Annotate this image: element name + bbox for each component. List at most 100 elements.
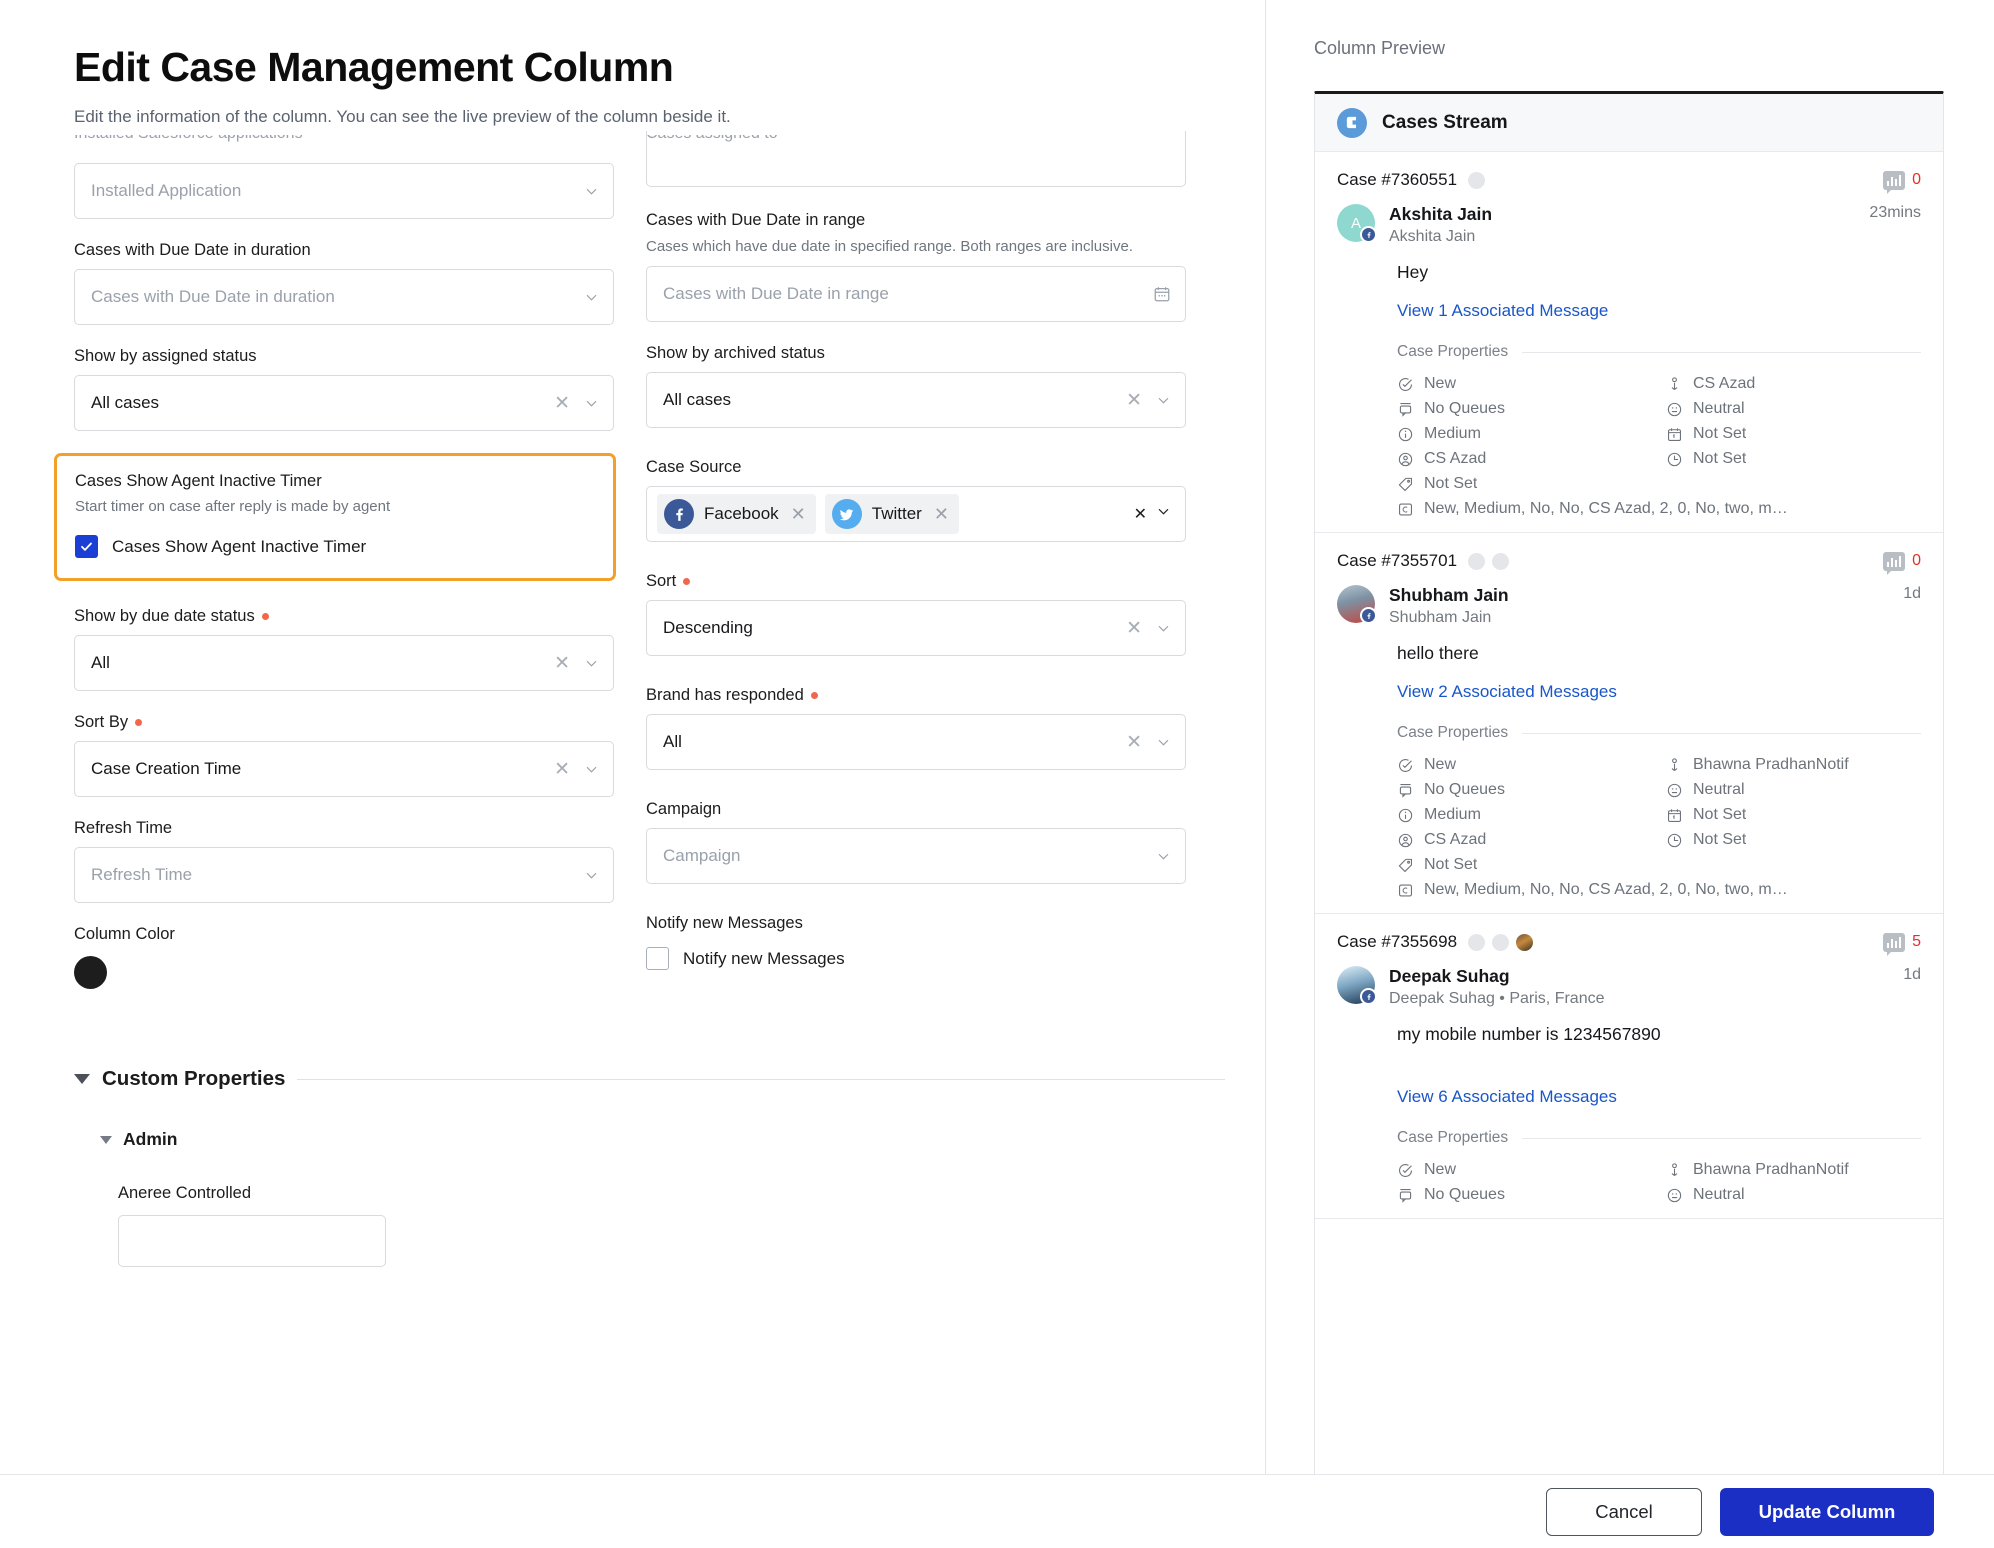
assigned-status-select[interactable]: All cases ✕ bbox=[74, 375, 614, 431]
sort-by-select[interactable]: Case Creation Time ✕ bbox=[74, 741, 614, 797]
clear-icon[interactable]: ✕ bbox=[1126, 391, 1142, 410]
clock-icon bbox=[1667, 833, 1682, 847]
twitter-icon bbox=[831, 499, 862, 530]
property-status: New bbox=[1397, 756, 1652, 774]
cancel-button[interactable]: Cancel bbox=[1546, 1487, 1702, 1536]
chevron-down-icon[interactable] bbox=[584, 184, 599, 199]
chevron-down-icon[interactable] bbox=[1156, 504, 1171, 524]
page-subtitle: Edit the information of the column. You … bbox=[74, 107, 731, 126]
sort-by-label: Sort By bbox=[74, 713, 129, 731]
aneree-controlled-input[interactable] bbox=[118, 1215, 386, 1267]
case-timestamp: 1d bbox=[1903, 585, 1921, 602]
status-icon bbox=[1399, 1163, 1413, 1177]
refresh-time-select[interactable]: Refresh Time bbox=[74, 847, 614, 903]
property-user: CS Azad bbox=[1397, 831, 1652, 849]
chevron-down-icon[interactable] bbox=[584, 762, 599, 777]
sort-select[interactable]: Descending ✕ bbox=[646, 600, 1186, 657]
case-author-row: Shubham Jain Shubham Jain 1d bbox=[1337, 585, 1921, 627]
chevron-down-icon[interactable] bbox=[1156, 393, 1171, 408]
clear-icon[interactable]: ✕ bbox=[1126, 619, 1142, 638]
field-due-date-status: Show by due date status All ✕ bbox=[74, 607, 614, 691]
case-properties-grid: New Bhawna PradhanNotif No Queues Neutra… bbox=[1397, 756, 1921, 899]
due-date-range-label: Cases with Due Date in range bbox=[646, 211, 866, 229]
clear-icon[interactable]: ✕ bbox=[554, 760, 570, 779]
sort-label: Sort bbox=[646, 572, 677, 591]
sentiment-bars-icon bbox=[1883, 170, 1906, 194]
custom-properties-section[interactable]: Custom Properties bbox=[74, 1067, 1225, 1091]
sort-by-label-row: Sort By bbox=[74, 713, 614, 732]
participant-dots bbox=[1468, 552, 1510, 570]
case-message: my mobile number is 1234567890 bbox=[1397, 1024, 1661, 1044]
field-campaign: Campaign Campaign bbox=[646, 800, 1186, 885]
chevron-down-icon[interactable] bbox=[584, 656, 599, 671]
divider bbox=[297, 1078, 1225, 1080]
refresh-time-label: Refresh Time bbox=[74, 819, 173, 837]
case-card[interactable]: Case #7355701 0 Shubham Jain Shubham Jai… bbox=[1315, 533, 1943, 914]
checkbox-unchecked-icon[interactable] bbox=[646, 947, 669, 971]
case-card[interactable]: Case #7355698 5 Deepak Suhag Deepak Suha… bbox=[1315, 914, 1943, 1219]
due-date-range-value: Cases with Due Date in range bbox=[663, 284, 889, 304]
remove-tag-icon[interactable]: ✕ bbox=[791, 505, 806, 523]
clear-icon[interactable]: ✕ bbox=[554, 654, 570, 673]
participant-avatar bbox=[1516, 933, 1534, 951]
case-timestamp: 1d bbox=[1903, 966, 1921, 983]
case-properties-header: Case Properties bbox=[1397, 1129, 1921, 1147]
remove-tag-icon[interactable]: ✕ bbox=[934, 505, 949, 523]
due-date-range-help: Cases which have due date in specified r… bbox=[646, 238, 1133, 255]
due-date-status-select[interactable]: All ✕ bbox=[74, 635, 614, 691]
cases-assigned-to-select[interactable] bbox=[646, 131, 1186, 187]
update-column-button[interactable]: Update Column bbox=[1720, 1487, 1934, 1536]
installed-application-select[interactable]: Installed Application bbox=[74, 163, 614, 219]
caret-down-icon[interactable] bbox=[100, 1135, 112, 1144]
due-date-duration-select[interactable]: Cases with Due Date in duration bbox=[74, 269, 614, 325]
form-pane: Edit Case Management Column Edit the inf… bbox=[0, 0, 1265, 1548]
due-date-duration-value: Cases with Due Date in duration bbox=[91, 287, 335, 306]
chevron-down-icon[interactable] bbox=[584, 290, 599, 305]
brand-responded-select[interactable]: All ✕ bbox=[646, 714, 1186, 771]
case-properties-label: Case Properties bbox=[1397, 343, 1509, 360]
caret-down-icon[interactable] bbox=[74, 1074, 90, 1084]
calendar-icon bbox=[1667, 427, 1682, 441]
property-sentiment: Neutral bbox=[1666, 781, 1921, 799]
associated-messages-link[interactable]: View 6 Associated Messages bbox=[1397, 1087, 1921, 1107]
property-status: New bbox=[1397, 375, 1652, 393]
case-id: Case #7360551 bbox=[1337, 170, 1458, 189]
property-status: New bbox=[1397, 1161, 1652, 1179]
inactive-timer-checkbox-label: Cases Show Agent Inactive Timer bbox=[112, 536, 367, 556]
clear-icon[interactable]: ✕ bbox=[554, 394, 570, 413]
form-column-right: Cases assigned to Cases with Due Date in… bbox=[646, 131, 1186, 1011]
campaign-select[interactable]: Campaign bbox=[646, 828, 1186, 885]
calendar-icon[interactable] bbox=[1153, 285, 1171, 303]
divider bbox=[1522, 732, 1921, 734]
chevron-down-icon[interactable] bbox=[1156, 621, 1171, 636]
participant-dots bbox=[1468, 171, 1486, 189]
sort-value: Descending bbox=[663, 618, 753, 638]
tag-facebook[interactable]: Facebook ✕ bbox=[657, 494, 816, 535]
inactive-timer-checkbox-row[interactable]: Cases Show Agent Inactive Timer bbox=[75, 535, 595, 558]
case-message: Hey bbox=[1397, 262, 1429, 282]
associated-messages-link[interactable]: View 2 Associated Messages bbox=[1397, 682, 1921, 702]
case-author-row: Deepak Suhag Deepak Suhag • Paris, Franc… bbox=[1337, 966, 1921, 1008]
chevron-down-icon[interactable] bbox=[584, 396, 599, 411]
sentiment-count: 0 bbox=[1912, 171, 1921, 188]
facebook-badge-icon bbox=[1360, 607, 1377, 624]
chevron-down-icon[interactable] bbox=[1156, 735, 1171, 750]
case-source-select[interactable]: Facebook ✕ Twitter ✕ ✕ bbox=[646, 486, 1186, 543]
required-dot-icon bbox=[261, 613, 269, 620]
tag-twitter[interactable]: Twitter ✕ bbox=[824, 494, 959, 535]
column-color-swatch[interactable] bbox=[74, 956, 107, 989]
archived-status-select[interactable]: All cases ✕ bbox=[646, 372, 1186, 429]
chevron-down-icon[interactable] bbox=[584, 868, 599, 883]
associated-messages-link[interactable]: View 1 Associated Message bbox=[1397, 301, 1921, 321]
clear-icon[interactable]: ✕ bbox=[1134, 504, 1147, 524]
case-header: Case #7355698 5 bbox=[1337, 932, 1921, 956]
checkbox-checked-icon[interactable] bbox=[75, 535, 98, 558]
due-date-range-input[interactable]: Cases with Due Date in range bbox=[646, 266, 1186, 323]
notify-checkbox-row[interactable]: Notify new Messages bbox=[646, 947, 1186, 971]
chevron-down-icon[interactable] bbox=[1156, 849, 1171, 864]
divider bbox=[1522, 1137, 1921, 1139]
case-card[interactable]: Case #7360551 0 A Akshita Jain Akshita J… bbox=[1315, 152, 1943, 533]
custom-properties-group-admin[interactable]: Admin bbox=[100, 1129, 1225, 1150]
clear-icon[interactable]: ✕ bbox=[1126, 733, 1142, 752]
case-properties-grid: New CS Azad No Queues Neutral Medium Not… bbox=[1397, 375, 1921, 518]
